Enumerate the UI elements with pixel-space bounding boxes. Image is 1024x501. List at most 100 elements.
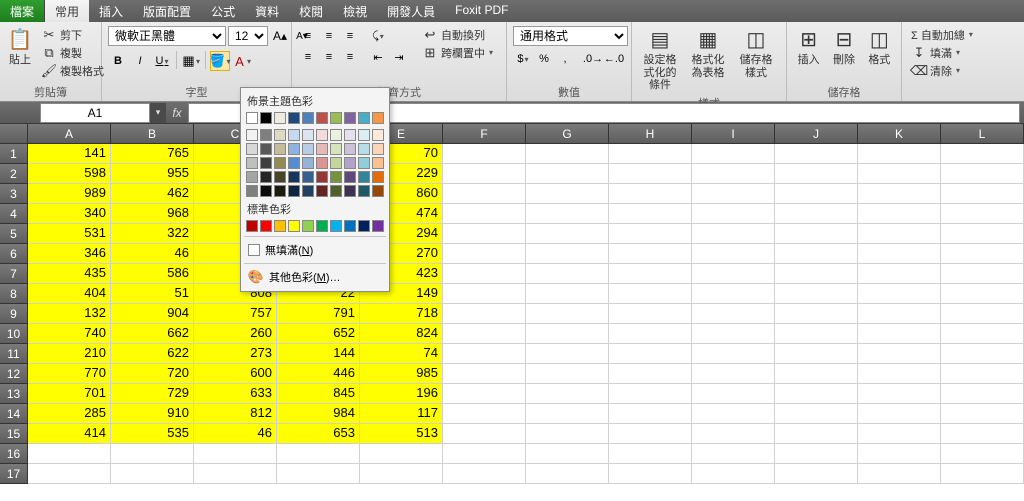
select-all-corner[interactable] <box>0 124 28 144</box>
cell[interactable]: 346 <box>28 244 111 264</box>
row-header[interactable]: 3 <box>0 184 28 204</box>
column-header[interactable]: B <box>111 124 194 144</box>
color-swatch[interactable] <box>372 220 384 232</box>
color-swatch[interactable] <box>302 220 314 232</box>
cell[interactable] <box>443 404 526 424</box>
cell[interactable] <box>443 384 526 404</box>
cell[interactable] <box>692 164 775 184</box>
cell[interactable] <box>858 224 941 244</box>
cell[interactable] <box>692 464 775 484</box>
cell[interactable] <box>941 364 1024 384</box>
cell[interactable]: 791 <box>277 304 360 324</box>
cell[interactable]: 984 <box>277 404 360 424</box>
cell[interactable] <box>443 344 526 364</box>
color-swatch[interactable] <box>274 220 286 232</box>
cell[interactable]: 989 <box>28 184 111 204</box>
cell[interactable]: 285 <box>28 404 111 424</box>
tab-1[interactable]: 插入 <box>89 0 133 22</box>
cell[interactable] <box>443 324 526 344</box>
cell[interactable] <box>609 224 692 244</box>
cut-button[interactable]: ✂剪下 <box>38 26 107 43</box>
cell[interactable] <box>858 304 941 324</box>
color-swatch[interactable] <box>316 220 328 232</box>
cell[interactable] <box>775 224 858 244</box>
row-header[interactable]: 14 <box>0 404 28 424</box>
cell[interactable]: 652 <box>277 324 360 344</box>
cell[interactable] <box>443 164 526 184</box>
cell[interactable] <box>443 444 526 464</box>
color-swatch[interactable] <box>358 185 370 197</box>
cell[interactable] <box>609 464 692 484</box>
row-header[interactable]: 11 <box>0 344 28 364</box>
cell[interactable]: 210 <box>28 344 111 364</box>
align-bottom-button[interactable]: ≡ <box>340 26 360 46</box>
color-swatch[interactable] <box>302 157 314 169</box>
cell[interactable] <box>858 404 941 424</box>
cell[interactable] <box>526 404 609 424</box>
cell[interactable]: 117 <box>360 404 443 424</box>
cell[interactable] <box>941 204 1024 224</box>
name-box-dropdown[interactable]: ▾ <box>150 103 166 123</box>
color-swatch[interactable] <box>288 112 300 124</box>
cell[interactable] <box>111 444 194 464</box>
color-swatch[interactable] <box>344 185 356 197</box>
cell[interactable] <box>692 144 775 164</box>
tab-file[interactable]: 檔案 <box>0 0 45 22</box>
color-swatch[interactable] <box>358 171 370 183</box>
tab-4[interactable]: 資料 <box>245 0 289 22</box>
comma-button[interactable]: , <box>555 49 575 69</box>
color-swatch[interactable] <box>302 185 314 197</box>
color-swatch[interactable] <box>302 143 314 155</box>
cell[interactable] <box>775 364 858 384</box>
delete-cells-button[interactable]: ⊟刪除 <box>828 26 859 69</box>
row-header[interactable]: 10 <box>0 324 28 344</box>
cell[interactable] <box>775 324 858 344</box>
cell[interactable] <box>858 344 941 364</box>
cell[interactable] <box>858 184 941 204</box>
color-swatch[interactable] <box>260 112 272 124</box>
cell[interactable] <box>194 444 277 464</box>
more-colors-item[interactable]: 🎨 其他色彩(M)… <box>244 266 386 288</box>
cell[interactable] <box>775 304 858 324</box>
color-swatch[interactable] <box>274 157 286 169</box>
cell[interactable] <box>609 184 692 204</box>
font-size-combo[interactable]: 12 <box>228 26 268 46</box>
color-swatch[interactable] <box>260 220 272 232</box>
cell[interactable] <box>526 304 609 324</box>
cell[interactable] <box>941 424 1024 444</box>
color-swatch[interactable] <box>274 171 286 183</box>
column-header[interactable]: G <box>526 124 609 144</box>
cell[interactable] <box>858 164 941 184</box>
row-header[interactable]: 13 <box>0 384 28 404</box>
cell[interactable] <box>941 344 1024 364</box>
cell[interactable]: 845 <box>277 384 360 404</box>
cell[interactable]: 414 <box>28 424 111 444</box>
tab-5[interactable]: 校閱 <box>289 0 333 22</box>
cell[interactable]: 435 <box>28 264 111 284</box>
font-color-button[interactable]: A <box>232 51 252 71</box>
row-header[interactable]: 2 <box>0 164 28 184</box>
cell[interactable]: 598 <box>28 164 111 184</box>
color-swatch[interactable] <box>288 143 300 155</box>
cell[interactable] <box>941 184 1024 204</box>
cell[interactable]: 985 <box>360 364 443 384</box>
color-swatch[interactable] <box>246 143 258 155</box>
column-header[interactable]: I <box>692 124 775 144</box>
cell[interactable] <box>526 164 609 184</box>
cell[interactable] <box>609 264 692 284</box>
format-cells-button[interactable]: ◫格式 <box>864 26 895 69</box>
color-swatch[interactable] <box>330 171 342 183</box>
cell[interactable]: 535 <box>111 424 194 444</box>
color-swatch[interactable] <box>274 112 286 124</box>
cell[interactable]: 633 <box>194 384 277 404</box>
cell[interactable] <box>858 244 941 264</box>
cell[interactable] <box>443 304 526 324</box>
currency-button[interactable]: $ <box>513 49 533 69</box>
cell[interactable] <box>443 464 526 484</box>
cell[interactable] <box>692 224 775 244</box>
align-middle-button[interactable]: ≡ <box>319 26 339 46</box>
format-painter-button[interactable]: 🖌複製格式 <box>38 62 107 79</box>
cell[interactable]: 720 <box>111 364 194 384</box>
cell[interactable] <box>111 464 194 484</box>
cell[interactable]: 260 <box>194 324 277 344</box>
